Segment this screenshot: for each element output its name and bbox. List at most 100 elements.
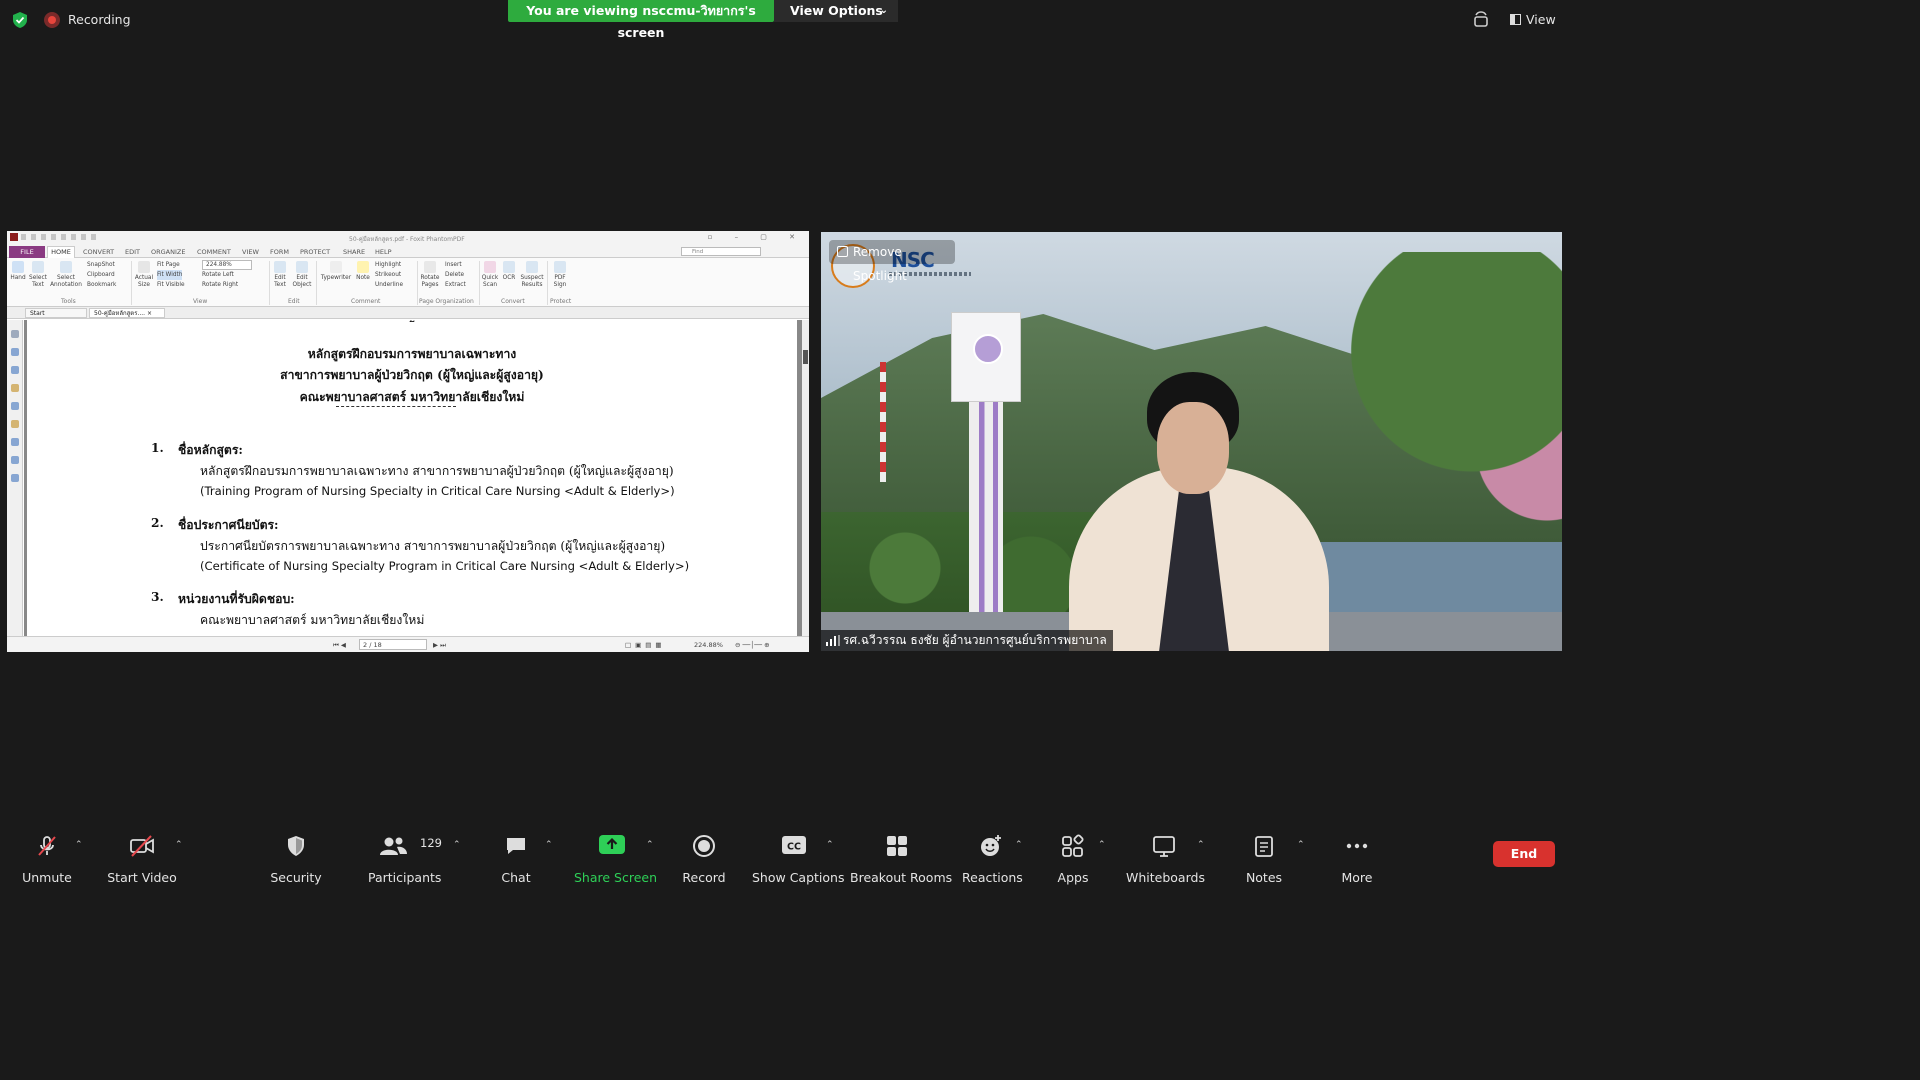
apps-button[interactable]: Apps (1050, 834, 1096, 885)
view-options-button[interactable]: View Options ⌄ (774, 0, 898, 22)
comments-panel-icon[interactable] (10, 384, 19, 392)
tab-view[interactable]: VIEW (242, 248, 259, 256)
record-icon[interactable] (44, 12, 60, 28)
highlight-button[interactable]: Highlight (375, 260, 401, 270)
page-number-field[interactable]: 2 / 18 (359, 639, 427, 650)
tab-edit[interactable]: EDIT (125, 248, 140, 256)
tab-form[interactable]: FORM (270, 248, 289, 256)
recording-label[interactable]: Recording (68, 12, 131, 27)
scrollbar-thumb[interactable] (803, 350, 808, 364)
fit-visible-button[interactable]: Fit Visible (157, 280, 185, 290)
edit-text-button[interactable]: Edit Text (271, 261, 289, 288)
security-button[interactable]: Security (266, 834, 326, 885)
remove-spotlight-button[interactable]: Remove Spotlight (829, 240, 955, 283)
nav-arrows-icon[interactable]: ⏮ ◀ (333, 641, 346, 650)
navigation-panel[interactable] (7, 320, 23, 636)
fit-page-button[interactable]: Fit Page (157, 260, 180, 270)
layers-panel-icon[interactable] (10, 366, 19, 374)
breakout-rooms-button[interactable]: Breakout Rooms (850, 834, 952, 885)
speaker-video[interactable]: NSC Remove Spotlight รศ.ฉวีวรรณ ธงชัย ผู… (821, 232, 1562, 651)
typewriter-button[interactable]: Typewriter (319, 261, 353, 282)
insert-button[interactable]: Insert (445, 260, 462, 270)
clipboard-button[interactable]: Clipboard (87, 270, 115, 280)
immersive-icon[interactable] (1472, 10, 1490, 30)
zoom-level[interactable]: 224.88% (694, 641, 723, 649)
attachments-panel-icon[interactable] (10, 402, 19, 410)
participants-button[interactable]: 129 Participants (368, 834, 442, 885)
shared-screen[interactable]: 50-คู่มือหลักสูตร.pdf - Foxit PhantomPDF… (7, 231, 809, 652)
whiteboards-button[interactable]: Whiteboards (1126, 834, 1205, 885)
reactions-button[interactable]: Reactions (962, 834, 1023, 885)
actual-size-button[interactable]: Actual Size (134, 261, 154, 288)
rotate-pages-button[interactable]: Rotate Pages (419, 261, 441, 288)
edit-object-button[interactable]: Edit Object (291, 261, 313, 288)
participant-name-tag: รศ.ฉวีวรรณ ธงชัย ผู้อำนวยการศูนย์บริการพ… (821, 630, 1113, 651)
tab-share[interactable]: SHARE (343, 248, 365, 256)
reactions-caret-icon[interactable]: ⌃ (1015, 840, 1023, 850)
share-screen-button[interactable]: Share Screen (574, 834, 657, 885)
select-text-button[interactable]: Select Text (28, 261, 48, 288)
notes-caret-icon[interactable]: ⌃ (1297, 840, 1305, 850)
fit-width-button[interactable]: Fit Width (157, 270, 183, 280)
share-options-caret-icon[interactable]: ⌃ (646, 840, 654, 850)
signature-panel-icon[interactable] (10, 438, 19, 446)
vertical-scrollbar[interactable] (802, 320, 809, 636)
ocr-button[interactable]: OCR (501, 261, 517, 282)
pdf-sign-button[interactable]: PDF Sign (550, 261, 570, 288)
tab-convert[interactable]: CONVERT (83, 248, 114, 256)
rotate-left-button[interactable]: Rotate Left (202, 270, 234, 280)
tab-protect[interactable]: PROTECT (300, 248, 330, 256)
pages-panel-icon[interactable] (10, 348, 19, 356)
extract-button[interactable]: Extract (445, 280, 466, 290)
tab-help[interactable]: HELP (375, 248, 392, 256)
share-screen-label: Share Screen (574, 870, 658, 885)
show-captions-button[interactable]: CC Show Captions (752, 834, 844, 885)
zoom-field[interactable]: 224.88% (202, 260, 252, 270)
bookmark-panel-icon[interactable] (10, 330, 19, 338)
audio-options-caret-icon[interactable]: ⌃ (75, 840, 83, 850)
hand-tool-button[interactable]: Hand (9, 261, 27, 282)
tab-organize[interactable]: ORGANIZE (151, 248, 185, 256)
quick-access-toolbar[interactable] (21, 234, 101, 240)
tag-panel-icon[interactable] (10, 474, 19, 482)
video-options-caret-icon[interactable]: ⌃ (175, 840, 183, 850)
underline-button[interactable]: Underline (375, 280, 403, 290)
window-controls[interactable]: ▫ – ▢ ✕ (708, 233, 805, 241)
doc-tab-start[interactable]: Start (25, 308, 87, 318)
unmute-label: Unmute (22, 870, 72, 885)
zoom-slider[interactable]: ⊖ ──│── ⊕ (735, 641, 770, 649)
chat-caret-icon[interactable]: ⌃ (545, 840, 553, 850)
next-page-icon[interactable]: ▶ ⏭ (433, 641, 446, 650)
start-video-button[interactable]: Start Video (104, 834, 180, 885)
strikeout-button[interactable]: Strikeout (375, 270, 401, 280)
shield-icon[interactable] (11, 11, 29, 29)
select-annotation-button[interactable]: Select Annotation (49, 261, 83, 288)
more-button[interactable]: More (1334, 834, 1380, 885)
find-input[interactable]: Find (681, 247, 761, 256)
delete-button[interactable]: Delete (445, 270, 464, 280)
apps-caret-icon[interactable]: ⌃ (1098, 840, 1106, 850)
tab-home[interactable]: HOME (47, 246, 75, 258)
view-button[interactable]: View (1510, 12, 1556, 27)
document-viewport[interactable]: 2 หลักสูตรฝึกอบรมการพยาบาลเฉพาะทาง สาขาก… (24, 320, 802, 636)
security-panel-icon[interactable] (10, 420, 19, 428)
record-button[interactable]: Record (680, 834, 728, 885)
rotate-right-button[interactable]: Rotate Right (202, 280, 238, 290)
participants-caret-icon[interactable]: ⌃ (453, 840, 461, 850)
bookmark-button[interactable]: Bookmark (87, 280, 116, 290)
suspect-results-button[interactable]: Suspect Results (519, 261, 545, 288)
quick-scan-button[interactable]: Quick Scan (481, 261, 499, 288)
snapshot-button[interactable]: SnapShot (87, 260, 115, 270)
tab-file[interactable]: FILE (9, 246, 45, 258)
page-layout-icons[interactable]: □▣▤▦ (625, 641, 666, 649)
tab-comment[interactable]: COMMENT (197, 248, 231, 256)
note-button[interactable]: Note (354, 261, 372, 282)
captions-caret-icon[interactable]: ⌃ (826, 840, 834, 850)
whiteboards-caret-icon[interactable]: ⌃ (1197, 840, 1205, 850)
content-panel-icon[interactable] (10, 456, 19, 464)
unmute-button[interactable]: Unmute (16, 834, 78, 885)
chat-button[interactable]: Chat (494, 834, 538, 885)
end-meeting-button[interactable]: End (1493, 841, 1555, 867)
doc-tab-active[interactable]: 50-คู่มือหลักสูตร.... × (89, 308, 165, 318)
notes-button[interactable]: Notes (1240, 834, 1288, 885)
